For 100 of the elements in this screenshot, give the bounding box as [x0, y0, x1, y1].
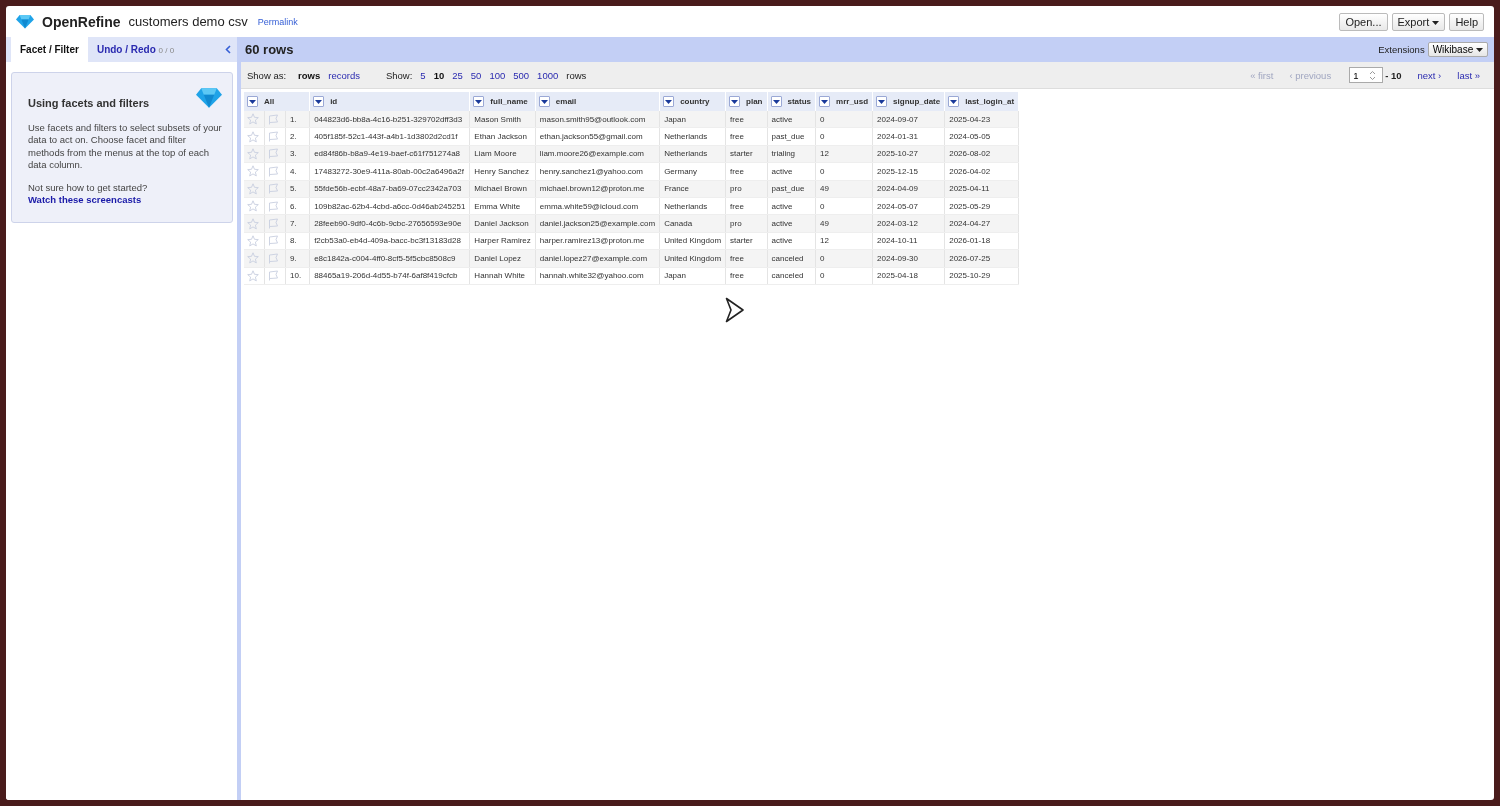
- column-name: plan: [746, 97, 763, 106]
- star-icon[interactable]: [247, 113, 259, 126]
- toolbar-button[interactable]: Open...: [1339, 12, 1388, 31]
- logo-icon: [16, 14, 34, 29]
- extension-menu-button[interactable]: Wikibase: [1427, 42, 1488, 57]
- table-cell: emma.white59@icloud.com: [535, 197, 660, 215]
- star-icon[interactable]: [247, 147, 259, 160]
- pager-link[interactable]: last »: [1449, 69, 1488, 81]
- caret-icon: [315, 99, 323, 104]
- table-cell: canceled: [767, 267, 816, 285]
- screencasts-link[interactable]: Watch these screencasts: [28, 194, 142, 207]
- extensions-label: Extensions: [1378, 44, 1425, 55]
- column-menu-button[interactable]: [729, 96, 741, 107]
- show-label: Show:: [385, 69, 413, 81]
- page-size-option[interactable]: 50: [466, 69, 486, 81]
- star-icon[interactable]: [247, 252, 259, 265]
- column-name: country: [680, 97, 710, 106]
- table-cell: 2024-05-05: [944, 127, 1019, 146]
- star-icon[interactable]: [247, 130, 259, 143]
- view-mode-option[interactable]: rows: [294, 69, 325, 81]
- page-size-option[interactable]: 100: [485, 69, 510, 81]
- page-size-option[interactable]: 500: [509, 69, 534, 81]
- star-icon[interactable]: [247, 217, 259, 230]
- column-menu-button[interactable]: [948, 96, 960, 107]
- table-cell: Hannah White: [469, 267, 536, 285]
- column-menu-button[interactable]: [538, 96, 550, 107]
- flag-icon[interactable]: [268, 113, 279, 125]
- table-cell: free: [725, 162, 767, 181]
- flag-icon[interactable]: [268, 200, 279, 212]
- table-cell: 2024-09-07: [872, 111, 945, 128]
- table-cell: Ethan Jackson: [469, 127, 536, 146]
- column-menu-button[interactable]: [819, 96, 831, 107]
- flag-icon[interactable]: [268, 252, 279, 264]
- table-cell: henry.sanchez1@yahoo.com: [535, 162, 660, 181]
- permalink[interactable]: Permalink: [257, 16, 298, 27]
- table-cell: free: [725, 111, 767, 128]
- page-size-option[interactable]: 10: [429, 69, 449, 81]
- page-field[interactable]: 1: [1349, 67, 1384, 83]
- table-cell: Henry Sanchez: [469, 162, 536, 181]
- table-cell: free: [725, 267, 767, 285]
- toolbar-button[interactable]: Export: [1391, 12, 1446, 31]
- table-cell: active: [767, 111, 816, 128]
- toolbar-button[interactable]: Help: [1449, 12, 1484, 31]
- table-cell: 2026-01-18: [944, 232, 1019, 250]
- table-cell: 0: [815, 267, 873, 285]
- column-menu-button[interactable]: [247, 96, 258, 107]
- page-size-option[interactable]: 25: [448, 69, 467, 81]
- table-cell: 17483272-30e9-411a-80ab-00c2a6496a2f: [309, 162, 470, 181]
- caret-icon: [249, 99, 256, 104]
- table-cell: 2024-10-11: [872, 232, 945, 250]
- view-mode-option[interactable]: records: [324, 69, 364, 81]
- star-icon[interactable]: [247, 182, 259, 195]
- rows-unit: rows: [566, 69, 587, 81]
- table-cell: starter: [725, 232, 767, 250]
- star-icon[interactable]: [247, 165, 259, 178]
- table-cell: free: [725, 197, 767, 215]
- table-cell: 2026-04-02: [944, 162, 1019, 181]
- page-size-option[interactable]: 5: [416, 69, 430, 81]
- flag-icon[interactable]: [268, 270, 279, 282]
- flag-icon[interactable]: [268, 235, 279, 247]
- table-cell: Germany: [659, 162, 726, 181]
- row-count: 60 rows: [245, 42, 294, 57]
- flag-icon[interactable]: [268, 148, 279, 160]
- column-name: mrr_usd: [836, 97, 869, 106]
- table-cell: active: [767, 162, 816, 181]
- column-menu-button[interactable]: [876, 96, 888, 107]
- table-cell: 2025-12-15: [872, 162, 945, 181]
- project-name[interactable]: customers demo csv: [128, 14, 248, 29]
- column-menu-button[interactable]: [663, 96, 675, 107]
- card-prompt: Not sure how to get started?: [28, 181, 149, 194]
- caret-icon: [475, 99, 483, 104]
- column-menu-button[interactable]: [770, 96, 782, 107]
- table-cell: 2025-04-18: [872, 267, 945, 285]
- page-size-option[interactable]: 1000: [533, 69, 563, 81]
- flag-icon[interactable]: [268, 165, 279, 177]
- table-cell: 0: [815, 197, 873, 215]
- flag-icon[interactable]: [268, 131, 279, 143]
- star-icon[interactable]: [247, 269, 259, 282]
- table-cell: free: [725, 127, 767, 146]
- star-icon[interactable]: [247, 234, 259, 247]
- caret-icon: [540, 99, 548, 104]
- flag-icon[interactable]: [268, 183, 279, 195]
- table-cell: 2025-05-29: [944, 197, 1019, 215]
- panel-tab[interactable]: Facet / Filter: [11, 37, 88, 62]
- caret-icon: [950, 99, 958, 104]
- star-icon[interactable]: [247, 200, 259, 213]
- table-cell: United Kingdom: [659, 232, 726, 250]
- panel-tab[interactable]: Undo / Redo 0 / 0: [87, 37, 184, 62]
- table-cell: harper.ramirez13@proton.me: [535, 232, 660, 250]
- table-cell: active: [767, 232, 816, 250]
- table-cell: 0: [815, 162, 873, 181]
- pager-link[interactable]: next ›: [1409, 69, 1450, 81]
- card-title: Using facets and filters: [28, 97, 150, 110]
- flag-icon[interactable]: [268, 218, 279, 230]
- column-menu-button[interactable]: [313, 96, 325, 107]
- table-cell: 2025-04-23: [944, 111, 1019, 128]
- row-number: 1.: [285, 111, 310, 128]
- app-name: OpenRefine: [42, 13, 121, 30]
- column-menu-button[interactable]: [473, 96, 485, 107]
- table-cell: f2cb53a0-eb4d-409a-bacc-bc3f13183d28: [309, 232, 470, 250]
